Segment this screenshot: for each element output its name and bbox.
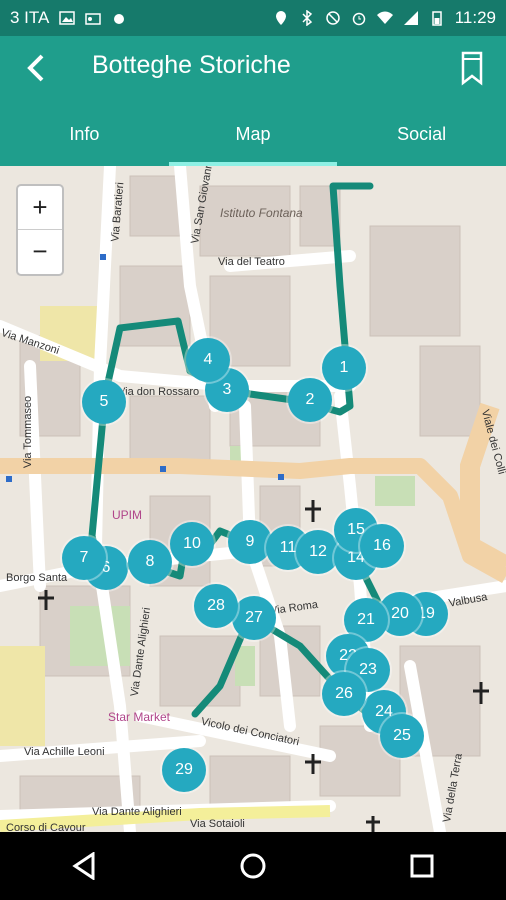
tab-bar: Info Map Social [0, 102, 506, 166]
map-label-via-tommaseo: Via Tommaseo [22, 395, 35, 469]
poi-marker[interactable]: 2 [288, 378, 332, 422]
zoom-control: + − [16, 184, 64, 276]
app-bar: Botteghe Storiche [0, 36, 506, 102]
radio-icon [85, 13, 102, 25]
nav-back-button[interactable] [64, 846, 104, 886]
bookmark-icon[interactable] [460, 50, 484, 86]
nav-recents-button[interactable] [402, 846, 442, 886]
wifi-icon [376, 11, 393, 24]
map-label-corso-cavour: Corso di Cavour [6, 822, 86, 832]
poi-marker[interactable]: 10 [170, 522, 214, 566]
tab-map[interactable]: Map [168, 102, 338, 166]
zoom-in-button[interactable]: + [18, 186, 62, 230]
triangle-back-icon [72, 852, 95, 880]
poi-marker[interactable]: 26 [322, 672, 366, 716]
map-label-via-don-rossaro: Via don Rossaro [118, 386, 200, 398]
battery-icon [431, 11, 442, 26]
clock: 11:29 [454, 8, 496, 27]
do-not-disturb-icon [325, 11, 340, 25]
poi-marker[interactable]: 27 [232, 596, 276, 640]
poi-marker[interactable]: 8 [128, 540, 172, 584]
image-icon [59, 11, 76, 25]
signal-icon [403, 11, 418, 25]
poi-marker[interactable]: 4 [186, 338, 230, 382]
alarm-icon [352, 12, 365, 26]
poi-marker[interactable]: 16 [360, 524, 404, 568]
poi-marker[interactable]: 29 [162, 748, 206, 792]
poi-marker[interactable]: 5 [82, 380, 126, 424]
map-label-borgo-santa: Borgo Santa [6, 572, 68, 584]
tab-social[interactable]: Social [337, 102, 506, 166]
poi-marker[interactable]: 28 [194, 584, 238, 628]
map-view[interactable]: Istituto Fontana Via del Teatro Via Manz… [0, 166, 506, 832]
system-nav-bar [0, 832, 506, 900]
poi-marker[interactable]: 9 [228, 520, 272, 564]
zoom-out-button[interactable]: − [18, 230, 62, 273]
page-title: Botteghe Storiche [92, 51, 291, 79]
back-arrow-icon[interactable] [18, 50, 54, 86]
poi-marker[interactable]: 1 [322, 346, 366, 390]
carrier-label: 3 ITA [10, 8, 50, 27]
map-label-istituto: Istituto Fontana [220, 206, 303, 220]
map-label-via-achille-leoni: Via Achille Leoni [24, 746, 105, 758]
tab-info[interactable]: Info [0, 102, 169, 166]
android-icon [114, 14, 125, 24]
poi-marker[interactable]: 12 [296, 530, 340, 574]
poi-marker[interactable]: 7 [62, 536, 106, 580]
poi-marker[interactable]: 25 [380, 714, 424, 758]
status-bar: 3 ITA 11:29 [0, 0, 506, 36]
square-recents-icon [410, 854, 434, 878]
location-icon [275, 11, 286, 25]
circle-home-icon [240, 853, 266, 879]
map-label-via-teatro: Via del Teatro [218, 256, 285, 268]
nav-home-button[interactable] [233, 846, 273, 886]
bluetooth-icon [302, 10, 312, 26]
map-label-upim: UPIM [112, 508, 142, 522]
map-label-via-dante-2: Via Dante Alighieri [92, 806, 182, 818]
map-label-star-market: Star Market [108, 710, 171, 724]
map-label-via-sotaioli: Via Sotaioli [190, 818, 245, 830]
